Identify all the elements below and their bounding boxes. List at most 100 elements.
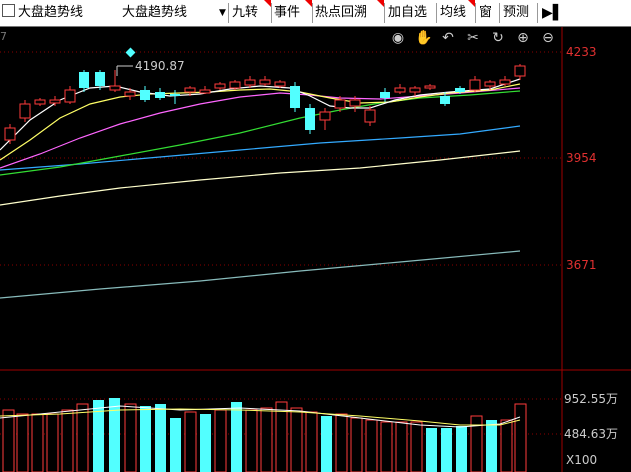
volume-bar bbox=[155, 404, 166, 472]
volume-bar bbox=[245, 409, 258, 472]
expand-right-icon[interactable]: ▶▌ bbox=[542, 0, 564, 26]
volume-bar bbox=[109, 398, 120, 472]
high-price-label: 4190.87 bbox=[135, 59, 185, 73]
volume-bar bbox=[456, 426, 467, 472]
volume-bar bbox=[305, 411, 318, 472]
price-label-mid: 3954 bbox=[566, 151, 597, 165]
checkbox-box[interactable] bbox=[2, 4, 15, 17]
toolbar-item-jiuzhuan[interactable]: 九转 bbox=[232, 0, 258, 26]
volume-bar bbox=[184, 411, 197, 472]
candle-body bbox=[244, 79, 256, 86]
candle-body bbox=[499, 79, 511, 85]
candle-body bbox=[19, 103, 31, 119]
volume-bar bbox=[470, 415, 483, 472]
volume-bar bbox=[124, 403, 137, 472]
volume-bar bbox=[260, 407, 273, 472]
volume-bar bbox=[76, 403, 89, 472]
volume-bar bbox=[350, 417, 363, 472]
diamond-icon bbox=[125, 47, 136, 58]
indicator-dropdown[interactable]: 大盘趋势线 ▼ bbox=[122, 0, 226, 26]
toolbar-divider bbox=[228, 3, 229, 23]
candle-body bbox=[349, 99, 361, 107]
toolbar-divider bbox=[384, 3, 385, 23]
candle-body bbox=[214, 83, 226, 89]
candle-body bbox=[319, 111, 331, 121]
price-label-low: 3671 bbox=[566, 258, 597, 272]
new-badge bbox=[468, 0, 475, 7]
candle-body bbox=[184, 87, 196, 93]
candle-body bbox=[469, 79, 481, 91]
toolbar-item-moving-average[interactable]: 均线 bbox=[440, 0, 466, 26]
toolbar-item-hotspot-review[interactable]: 热点回溯 bbox=[315, 0, 367, 26]
volume-bar bbox=[486, 420, 497, 472]
chevron-down-icon: ▼ bbox=[219, 8, 226, 18]
candle-body bbox=[290, 86, 300, 108]
volume-bar bbox=[426, 428, 437, 472]
volume-bar bbox=[395, 421, 408, 472]
toolbar-divider bbox=[537, 3, 538, 23]
candle-body bbox=[140, 90, 150, 100]
kline-chart[interactable]: 4233 3954 3671 952.55万 484.63万 X100 4190… bbox=[0, 27, 631, 472]
candle-body bbox=[109, 85, 121, 91]
toolbar-divider bbox=[475, 3, 476, 23]
candle-body bbox=[424, 85, 436, 89]
volume-bar bbox=[61, 409, 74, 472]
toolbar-divider bbox=[312, 3, 313, 23]
toolbar-divider bbox=[436, 3, 437, 23]
volume-bar bbox=[140, 406, 151, 472]
volume-bar bbox=[170, 418, 181, 472]
volume-bar bbox=[46, 413, 59, 472]
candle-body bbox=[64, 89, 76, 103]
volume-bar bbox=[2, 409, 15, 472]
new-badge bbox=[305, 0, 312, 7]
volume-bar bbox=[410, 421, 423, 472]
price-label-top: 4233 bbox=[566, 45, 597, 59]
volume-bar bbox=[231, 402, 242, 472]
toolbar-item-add-watchlist[interactable]: 加自选 bbox=[388, 0, 427, 26]
candle-body bbox=[440, 96, 450, 104]
candle-body bbox=[229, 81, 241, 89]
volume-bar bbox=[321, 416, 332, 472]
checkbox-label: 大盘趋势线 bbox=[18, 5, 84, 20]
high-price-marker: 4190.87 bbox=[116, 47, 185, 76]
candle-body bbox=[305, 108, 315, 130]
volume-label-mid: 484.63万 bbox=[564, 427, 618, 441]
candle-body bbox=[170, 94, 180, 96]
candle-body bbox=[155, 92, 165, 98]
trendline-checkbox[interactable]: 大盘趋势线 bbox=[2, 0, 83, 26]
chart-toolbar: 大盘趋势线 大盘趋势线 ▼ 九转 事件 热点回溯 加自选 均线 窗 预测 ▶▌ bbox=[0, 0, 631, 27]
new-badge bbox=[264, 0, 271, 7]
volume-bar bbox=[380, 421, 393, 472]
volume-bar bbox=[214, 409, 227, 472]
candle-body bbox=[394, 87, 406, 93]
volume-multiplier: X100 bbox=[566, 453, 597, 467]
volume-bar bbox=[365, 419, 378, 472]
toolbar-item-events[interactable]: 事件 bbox=[274, 0, 300, 26]
toolbar-divider bbox=[271, 3, 272, 23]
volume-bar bbox=[275, 401, 288, 472]
candle-body bbox=[274, 81, 286, 87]
ma250-line bbox=[0, 250, 521, 299]
volume-bar bbox=[335, 413, 348, 472]
candle-body bbox=[455, 88, 465, 92]
new-badge bbox=[377, 0, 384, 7]
candle-body bbox=[79, 72, 89, 88]
volume-bar bbox=[200, 414, 211, 472]
candle-body bbox=[49, 99, 61, 104]
candle-body bbox=[4, 127, 16, 141]
volume-bar bbox=[16, 413, 29, 472]
candle-body bbox=[334, 99, 346, 109]
volume-bar bbox=[500, 419, 513, 472]
candle-body bbox=[514, 65, 526, 77]
dropdown-value: 大盘趋势线 bbox=[122, 5, 188, 20]
ma120-line bbox=[0, 150, 521, 206]
toolbar-item-forecast[interactable]: 预测 bbox=[503, 0, 529, 26]
volume-label-high: 952.55万 bbox=[564, 392, 618, 406]
candle-body bbox=[34, 99, 46, 105]
toolbar-divider bbox=[499, 3, 500, 23]
toolbar-item-window[interactable]: 窗 bbox=[479, 0, 492, 26]
candle-body bbox=[409, 87, 421, 93]
volume-bar bbox=[441, 428, 452, 472]
candlesticks bbox=[4, 64, 526, 144]
candle-body bbox=[124, 91, 136, 97]
